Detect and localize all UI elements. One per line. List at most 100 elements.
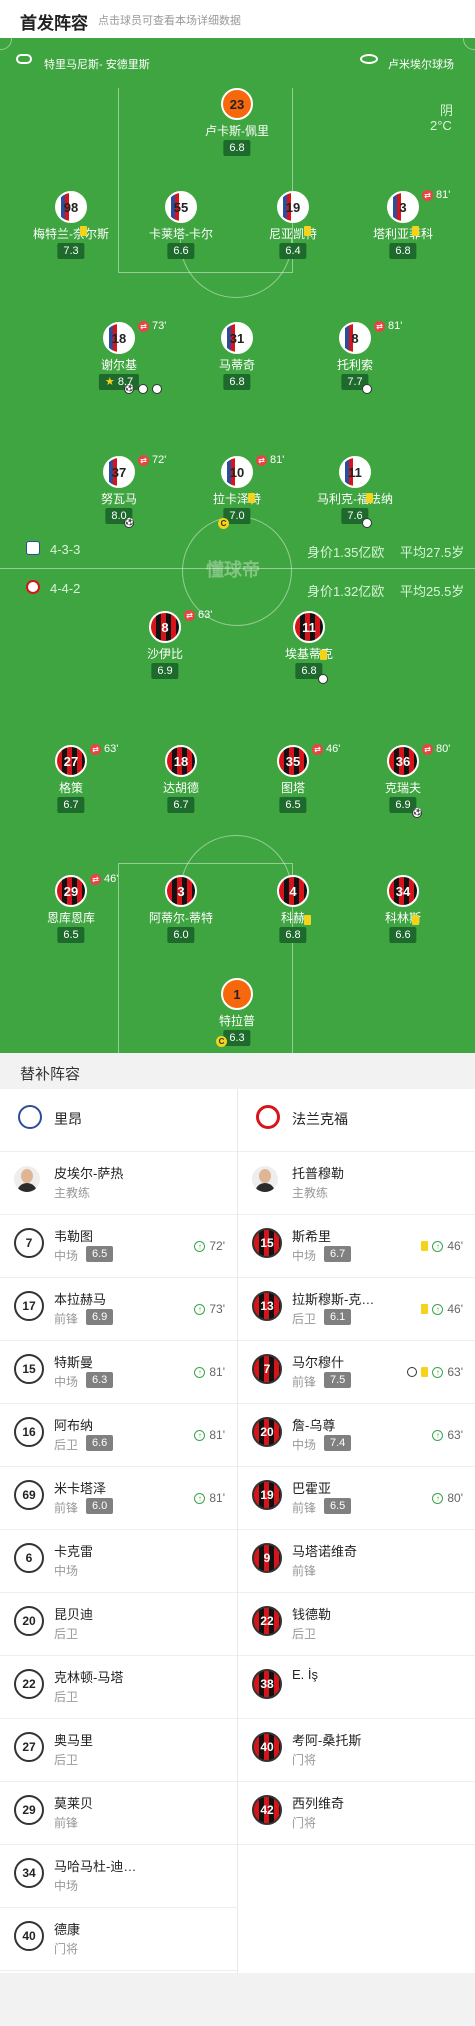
jersey-icon: 37 [103, 456, 135, 488]
sub-badge: ⇄ 46' [312, 743, 340, 755]
sub-in-icon: ↑ [432, 1303, 444, 1315]
jersey-icon: 23 [221, 88, 253, 120]
home-player[interactable]: 98 梅特兰-奈尔斯 7.3 [16, 191, 126, 271]
away-team-row[interactable]: 法兰克福 [238, 1089, 475, 1152]
away-sub-row[interactable]: 9 马塔诺维奇 前锋 [238, 1530, 475, 1593]
home-coach-row[interactable]: 皮埃尔-萨热 主教练 [0, 1152, 237, 1215]
player-name: 特拉普 [218, 1014, 255, 1028]
sub-minute: 46' [447, 1302, 463, 1316]
home-sub-row[interactable]: 20 昆贝迪 后卫 [0, 1593, 237, 1656]
rating-value: 6.9 [157, 665, 173, 677]
away-player[interactable]: 27 格策 6.7 ⇄ 63' [16, 743, 126, 825]
away-sub-row[interactable]: 7 马尔穆什 前锋 7.5 ↑ 63' [238, 1341, 475, 1404]
sub-badge: ⇄ 81' [374, 320, 402, 332]
sub-in-icon: ↑ [432, 1240, 444, 1252]
rating-value: 6.5 [285, 799, 301, 811]
player-number: 8 [161, 619, 169, 635]
home-sub-row[interactable]: 16 阿布纳 后卫 6.6 ↑ 81' [0, 1404, 237, 1467]
away-sub-row[interactable]: 40 考阿-桑托斯 门将 [238, 1719, 475, 1782]
rating-value: 6.7 [63, 799, 79, 811]
player-name: 托利索 [336, 358, 373, 372]
away-sub-row[interactable]: 42 西列维奇 门将 [238, 1782, 475, 1845]
player-rating: 6.5 [279, 797, 307, 813]
away-player[interactable]: 18 达胡德 6.7 [126, 745, 236, 825]
home-sub-row[interactable]: 34 马哈马杜-迪… 中场 [0, 1845, 237, 1908]
away-player[interactable]: 34 科林斯 6.6 [348, 875, 458, 955]
sub-name: 斯希里 [292, 1229, 332, 1244]
home-sub-row[interactable]: 40 德康 门将 [0, 1908, 237, 1971]
away-sub-row[interactable]: 15 斯希里 中场 6.7 ↑ 46' [238, 1215, 475, 1278]
player-name: 恩库恩库 [46, 911, 95, 925]
rating-value: 6.8 [229, 376, 245, 388]
jersey-icon: 7 [14, 1228, 44, 1258]
away-avg-age: 平均25.5岁 [400, 584, 465, 599]
home-player[interactable]: 19 尼亚凯特 6.4 [238, 191, 348, 271]
away-sub-row[interactable]: 22 钱德勒 后卫 [238, 1593, 475, 1656]
away-player[interactable]: 1 特拉普 6.3 [182, 978, 292, 1053]
away-sub-row[interactable]: 19 巴霍亚 前锋 6.5 ↑ 80' [238, 1467, 475, 1530]
sub-position: 前锋 [54, 1501, 79, 1515]
goal-ball-icon [407, 1367, 418, 1377]
away-sub-row[interactable]: 38 E. İş [238, 1656, 475, 1719]
home-sub-row[interactable]: 27 奥马里 后卫 [0, 1719, 237, 1782]
sub-position: 后卫 [54, 1627, 79, 1641]
home-player[interactable]: 8 托利索 7.7 ⇄ 81' [300, 320, 410, 402]
sub-in-icon: ↑ [194, 1240, 206, 1252]
sub-position: 后卫 [54, 1690, 79, 1704]
away-player[interactable]: 4 科赫 6.8 [238, 875, 348, 955]
home-player[interactable]: 37 努瓦马 8.0 ⇄ 72' [64, 454, 174, 536]
sub-minute: 73' [152, 320, 167, 332]
lineup-title: 首发阵容 [20, 14, 88, 33]
sub-position: 前锋 [54, 1816, 79, 1830]
sub-name: 马哈马杜-迪… [54, 1859, 137, 1874]
sub-position: 后卫 [54, 1438, 79, 1452]
home-player[interactable]: 31 马蒂奇 6.8 [182, 322, 292, 402]
home-player[interactable]: 11 马利克-福法纳 7.6 [300, 456, 410, 536]
home-sub-row[interactable]: 17 本拉赫马 前锋 6.9 ↑ 73' [0, 1278, 237, 1341]
sub-in-icon: ↑ [432, 1429, 444, 1441]
player-number: 1 [233, 986, 241, 1002]
home-sub-row[interactable]: 6 卡克雷 中场 [0, 1530, 237, 1593]
home-sub-row[interactable]: 69 米卡塔泽 前锋 6.0 ↑ 81' [0, 1467, 237, 1530]
away-player[interactable]: 8 沙伊比 6.9 ⇄ 63' [110, 609, 220, 691]
goal-ball-icon [138, 384, 148, 394]
away-player[interactable]: 35 图塔 6.5 ⇄ 46' [238, 743, 348, 825]
away-sub-row[interactable]: 20 詹-乌尊 中场 7.4 ↑ 63' [238, 1404, 475, 1467]
yellow-card-icon [320, 650, 327, 660]
player-rating: 6.6 [389, 927, 417, 943]
sub-name: 莫莱贝 [54, 1796, 94, 1811]
captain-icon: C [218, 518, 229, 529]
player-number: 19 [285, 199, 301, 215]
jersey-icon: 22 [14, 1669, 44, 1699]
away-player[interactable]: 36 克瑞夫 6.9 ⇄ 80' [348, 743, 458, 825]
away-sub-row[interactable]: 13 拉斯穆斯-克… 后卫 6.1 ↑ 46' [238, 1278, 475, 1341]
home-player[interactable]: 10 拉卡泽特 7.0 ⇄ 81' [182, 454, 292, 536]
sub-in-icon: ↑ [194, 1429, 206, 1441]
home-sub-row[interactable]: 29 莫莱贝 前锋 [0, 1782, 237, 1845]
away-player[interactable]: 3 阿蒂尔-蒂特 6.0 [126, 875, 236, 955]
rating-value: 6.8 [285, 929, 301, 941]
player-rating: 7.3 [57, 243, 85, 259]
home-player[interactable]: 3 塔利亚菲科 6.8 ⇄ 81' [348, 189, 458, 271]
home-sub-row[interactable]: 22 克林顿-马塔 后卫 [0, 1656, 237, 1719]
jersey-icon: 3 [165, 875, 197, 907]
sub-minute: 81' [209, 1491, 225, 1505]
home-sub-row[interactable]: 15 特斯曼 中场 6.3 ↑ 81' [0, 1341, 237, 1404]
player-number: 3 [177, 883, 185, 899]
sub-name: 考阿-桑托斯 [292, 1733, 362, 1748]
player-rating: 6.6 [167, 243, 195, 259]
player-number: 55 [173, 199, 189, 215]
away-coach-row[interactable]: 托普穆勒 主教练 [238, 1152, 475, 1215]
away-player[interactable]: 11 埃基蒂克 6.8 [254, 611, 364, 691]
player-rating: 6.3 [223, 1030, 251, 1046]
home-player[interactable]: 55 卡莱塔-卡尔 6.6 [126, 191, 236, 271]
home-sub-row[interactable]: 7 韦勒图 中场 6.5 ↑ 72' [0, 1215, 237, 1278]
goal-ball-icon: ⚽ [124, 518, 134, 528]
away-player[interactable]: 29 恩库恩库 6.5 ⇄ 46' [16, 873, 126, 955]
player-number: 3 [399, 199, 407, 215]
home-player[interactable]: 23 卢卡斯-佩里 6.8 [182, 88, 292, 168]
sub-position: 后卫 [54, 1753, 79, 1767]
home-team-row[interactable]: 里昂 [0, 1089, 237, 1152]
yellow-card-icon [304, 226, 311, 236]
stadium-name: 卢米埃尔球场 [388, 59, 454, 71]
